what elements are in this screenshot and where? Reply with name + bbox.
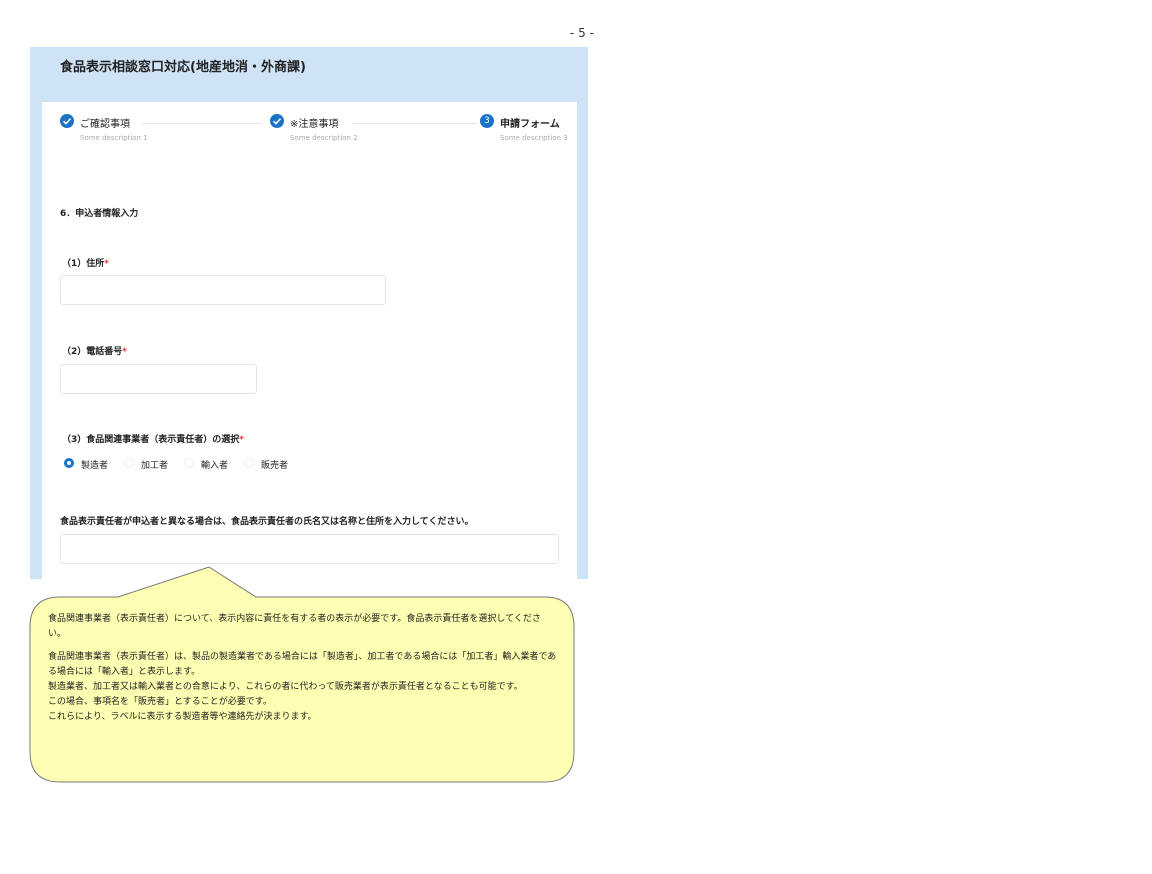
- tooltip-line: この場合、事項名を「販売者」とすることが必要です。: [48, 697, 272, 707]
- tooltip-line: 食品関連事業者（表示責任者）は、製品の製造業者である場合には「製造者」、加工者で…: [48, 652, 557, 677]
- tooltip-line: これらにより、ラベルに表示する製造者等や連絡先が決まります。: [48, 712, 317, 722]
- callout-tooltip: [29, 566, 575, 783]
- tooltip-paragraph: 食品関連事業者（表示責任者）について、表示内容に責任を有する者の表示が必要です。…: [48, 614, 541, 639]
- tooltip-line: 製造業者、加工者又は輸入業者との合意により、これらの者に代わって販売業者が表示責…: [48, 682, 523, 692]
- tooltip-text: 食品関連事業者（表示責任者）について、表示内容に責任を有する者の表示が必要です。…: [48, 612, 558, 725]
